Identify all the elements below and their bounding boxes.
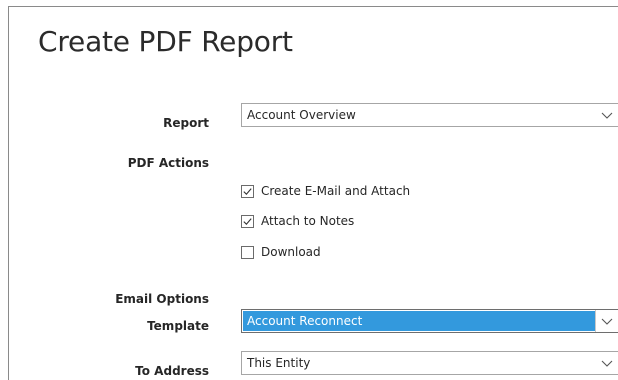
checkmark-icon: [243, 218, 252, 226]
attach-to-notes-label: Attach to Notes: [261, 214, 355, 228]
email-options-label: Email Options: [115, 292, 209, 306]
download-label: Download: [261, 245, 321, 259]
create-email-attach-label: Create E-Mail and Attach: [261, 184, 411, 198]
page-title: Create PDF Report: [38, 25, 293, 58]
template-select-value: Account Reconnect: [247, 314, 363, 328]
checkmark-icon: [243, 188, 252, 196]
to-address-select[interactable]: This Entity: [241, 351, 618, 375]
report-label: Report: [163, 116, 209, 130]
to-address-select-value: This Entity: [247, 356, 311, 370]
pdf-actions-label: PDF Actions: [127, 156, 209, 170]
create-email-attach-checkbox[interactable]: [241, 185, 254, 198]
download-checkbox[interactable]: [241, 246, 254, 259]
chevron-down-icon: [601, 112, 613, 119]
template-label: Template: [147, 319, 209, 333]
chevron-down-icon: [601, 360, 613, 367]
create-pdf-report-dialog: Create PDF Report Report Account Overvie…: [8, 6, 618, 380]
report-select[interactable]: Account Overview: [241, 103, 618, 127]
attach-to-notes-checkbox[interactable]: [241, 215, 254, 228]
report-select-value: Account Overview: [247, 108, 356, 122]
chevron-down-icon: [601, 318, 613, 325]
to-address-label: To Address: [135, 364, 209, 378]
template-select[interactable]: Account Reconnect: [241, 309, 618, 333]
